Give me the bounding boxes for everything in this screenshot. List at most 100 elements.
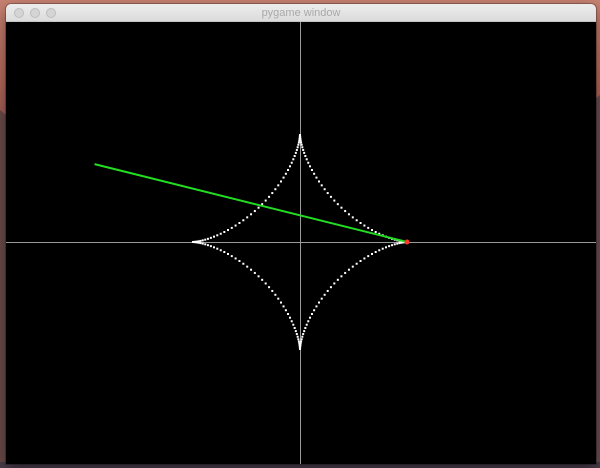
curve-dot (329, 286, 332, 289)
curve-dot (296, 146, 299, 149)
curve-dot (302, 148, 305, 151)
curve-dot (297, 141, 300, 144)
curve-dot (227, 252, 229, 255)
curve-dot (344, 210, 347, 213)
curve-dot (307, 161, 310, 164)
curve-dot (309, 316, 312, 319)
curve-dot (301, 146, 304, 149)
curve-dot (351, 216, 354, 219)
curve-dot (371, 252, 373, 255)
curve-dot (293, 155, 296, 157)
game-canvas[interactable] (6, 22, 596, 464)
curve-dot (293, 327, 296, 329)
curve-dot (282, 305, 285, 308)
curve-dot (333, 199, 336, 202)
curve-dot (209, 236, 212, 239)
curve-dot (280, 180, 282, 183)
curve-dot (253, 210, 256, 213)
curve-dot (300, 141, 303, 144)
curve-dot (303, 330, 306, 333)
curve-dot (381, 247, 384, 250)
curve-dot (295, 333, 298, 336)
current-point-marker (404, 239, 410, 245)
curve-dot (201, 242, 204, 245)
curve-dot (297, 340, 300, 343)
curve-dot (297, 338, 300, 341)
curve-dot (271, 289, 274, 292)
astroid-scene (6, 22, 596, 464)
curve-dot (199, 239, 202, 242)
curve-dot (213, 235, 215, 238)
curve-dot (238, 222, 241, 224)
curve-dot (216, 247, 219, 250)
curve-dot (393, 243, 396, 246)
curve-dot (287, 313, 290, 315)
curve-dot (284, 309, 287, 312)
curve-dot (268, 195, 271, 198)
curve-dot (344, 271, 347, 274)
curve-dot (378, 249, 381, 252)
curve-dot (277, 184, 280, 187)
curve-dot (199, 242, 202, 245)
curve-dot (333, 282, 336, 285)
curve-dot (227, 229, 229, 232)
curve-dot (304, 155, 307, 157)
curve-dot (280, 301, 282, 304)
curve-dot (288, 316, 291, 319)
curve-dot (292, 323, 295, 326)
curve-dot (310, 313, 313, 315)
curve-dot (300, 143, 303, 146)
window-title: pygame window (261, 7, 341, 19)
curve-dot (246, 265, 249, 268)
curve-dot (388, 245, 391, 248)
curve-dot (320, 297, 323, 300)
curve-dot (230, 226, 233, 229)
curve-dot (301, 335, 304, 338)
curve-dot (209, 245, 212, 248)
curve-dot (290, 320, 293, 323)
curve-dot (242, 219, 245, 222)
title-bar[interactable]: pygame window (6, 4, 596, 22)
curve-dot (359, 222, 362, 224)
curve-dot (298, 139, 301, 142)
curve-dot (264, 282, 267, 285)
curve-dot (351, 265, 354, 268)
pygame-window[interactable]: pygame window (6, 4, 596, 464)
curve-dot (367, 226, 370, 229)
curve-dot (385, 246, 387, 249)
curve-dot (367, 255, 370, 258)
curve-dot (336, 203, 339, 206)
curve-dot (326, 192, 329, 195)
curve-dot (287, 169, 290, 171)
curve-dot (315, 176, 318, 179)
curve-dot (284, 172, 287, 175)
curve-dot (310, 169, 313, 171)
curve-dot (219, 232, 222, 235)
curve-dot (257, 206, 260, 209)
curve-dot (297, 143, 300, 146)
curve-dot (347, 213, 350, 216)
curve-dot (230, 255, 233, 258)
curve-dot (307, 320, 310, 323)
curve-dot (303, 151, 306, 154)
curve-dot (206, 237, 209, 240)
curve-dot (204, 238, 207, 241)
curve-dot (391, 244, 394, 247)
curve-dot (261, 278, 264, 281)
curve-dot (223, 251, 226, 254)
curve-dot (300, 338, 303, 341)
curve-dot (295, 148, 298, 151)
curve-dot (238, 260, 241, 262)
curve-dot (246, 216, 249, 219)
curve-dot (234, 257, 237, 260)
curve-dot (355, 219, 358, 222)
curve-dot (336, 278, 339, 281)
curve-dot (300, 340, 303, 343)
curve-dot (250, 268, 253, 271)
curve-dot (204, 243, 207, 246)
curve-dot (257, 275, 260, 278)
curve-dot (274, 293, 277, 296)
curve-dot (359, 260, 362, 262)
curve-dot (305, 158, 308, 161)
curve-dot (271, 192, 274, 195)
